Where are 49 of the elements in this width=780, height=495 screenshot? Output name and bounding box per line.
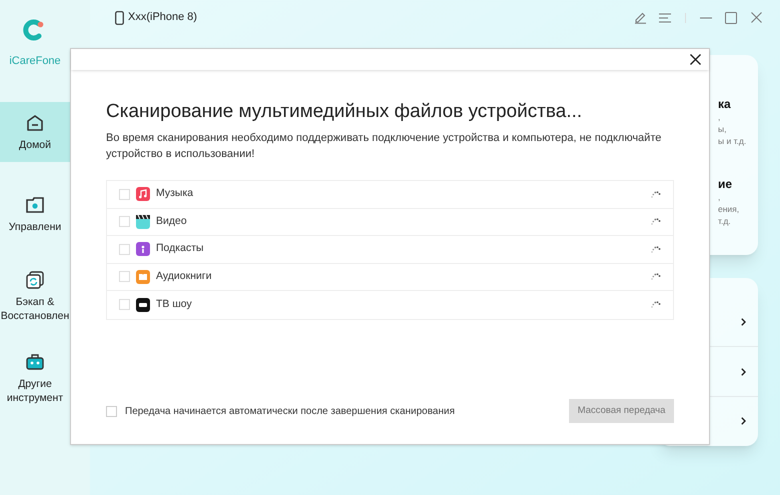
category-label: Музыка	[156, 186, 194, 202]
auto-transfer-label: Передача начинается автоматически после завершения сканирования	[125, 404, 455, 418]
dialog-title: Сканирование мультимедийных файлов устройства...	[106, 100, 584, 124]
loading-spinner-icon	[651, 218, 661, 226]
tv-icon	[136, 298, 150, 312]
checkbox[interactable]	[106, 406, 117, 416]
maximize-icon[interactable]	[725, 12, 737, 24]
close-button[interactable]	[688, 52, 702, 66]
loading-spinner-icon	[651, 190, 661, 198]
chevron-right-icon[interactable]	[741, 318, 746, 326]
card-text: т.д.	[718, 215, 732, 227]
menu-icon[interactable]	[659, 12, 671, 22]
book-icon	[136, 270, 150, 284]
sidebar-item[interactable]: Домой	[0, 102, 70, 162]
pencil-icon[interactable]	[634, 11, 647, 24]
app-name: iCareFone	[9, 54, 61, 69]
card-text: ы и т.д.	[718, 135, 748, 147]
sidebar-item[interactable]: Бэкап & Восстановлен	[0, 266, 70, 326]
checkbox[interactable]	[119, 216, 130, 228]
card-text: ения,	[718, 203, 740, 215]
checkbox[interactable]	[119, 188, 130, 200]
close-icon	[690, 54, 700, 65]
sidebar-item[interactable]: Другие инструмент	[0, 348, 70, 408]
chevron-right-icon[interactable]	[741, 417, 746, 426]
checkbox[interactable]	[119, 271, 130, 282]
checkbox[interactable]	[119, 244, 130, 255]
loading-spinner-icon	[651, 246, 661, 253]
chevron-right-icon[interactable]	[741, 368, 746, 376]
loading-spinner-icon	[651, 273, 661, 280]
card-text: ,	[718, 111, 722, 123]
loading-spinner-icon	[651, 301, 661, 308]
card-text: ы,	[718, 123, 728, 135]
sidebar-item[interactable]: Управлени	[0, 184, 70, 244]
card-title: ка	[718, 97, 732, 111]
category-label: Аудиокниги	[156, 268, 213, 284]
close-icon[interactable]	[751, 12, 762, 23]
category-label: ТВ шоу	[156, 296, 193, 312]
minimize-icon[interactable]	[700, 16, 712, 18]
podcast-icon	[136, 242, 150, 256]
card-title: ие	[718, 177, 734, 191]
checkbox[interactable]	[119, 299, 130, 310]
note-icon	[136, 187, 150, 202]
device-name[interactable]: Xxx(iPhone 8)	[128, 9, 198, 26]
clapper-icon	[136, 214, 150, 229]
phone-icon	[115, 10, 124, 24]
category-label: Подкасты	[156, 241, 205, 256]
category-label: Видео	[156, 214, 188, 229]
card-text: ,	[718, 191, 722, 203]
dialog-description: Во время сканирования необходимо поддерживать подключение устройства и компьютера, не подключайте устройство в использовании!	[106, 131, 662, 162]
